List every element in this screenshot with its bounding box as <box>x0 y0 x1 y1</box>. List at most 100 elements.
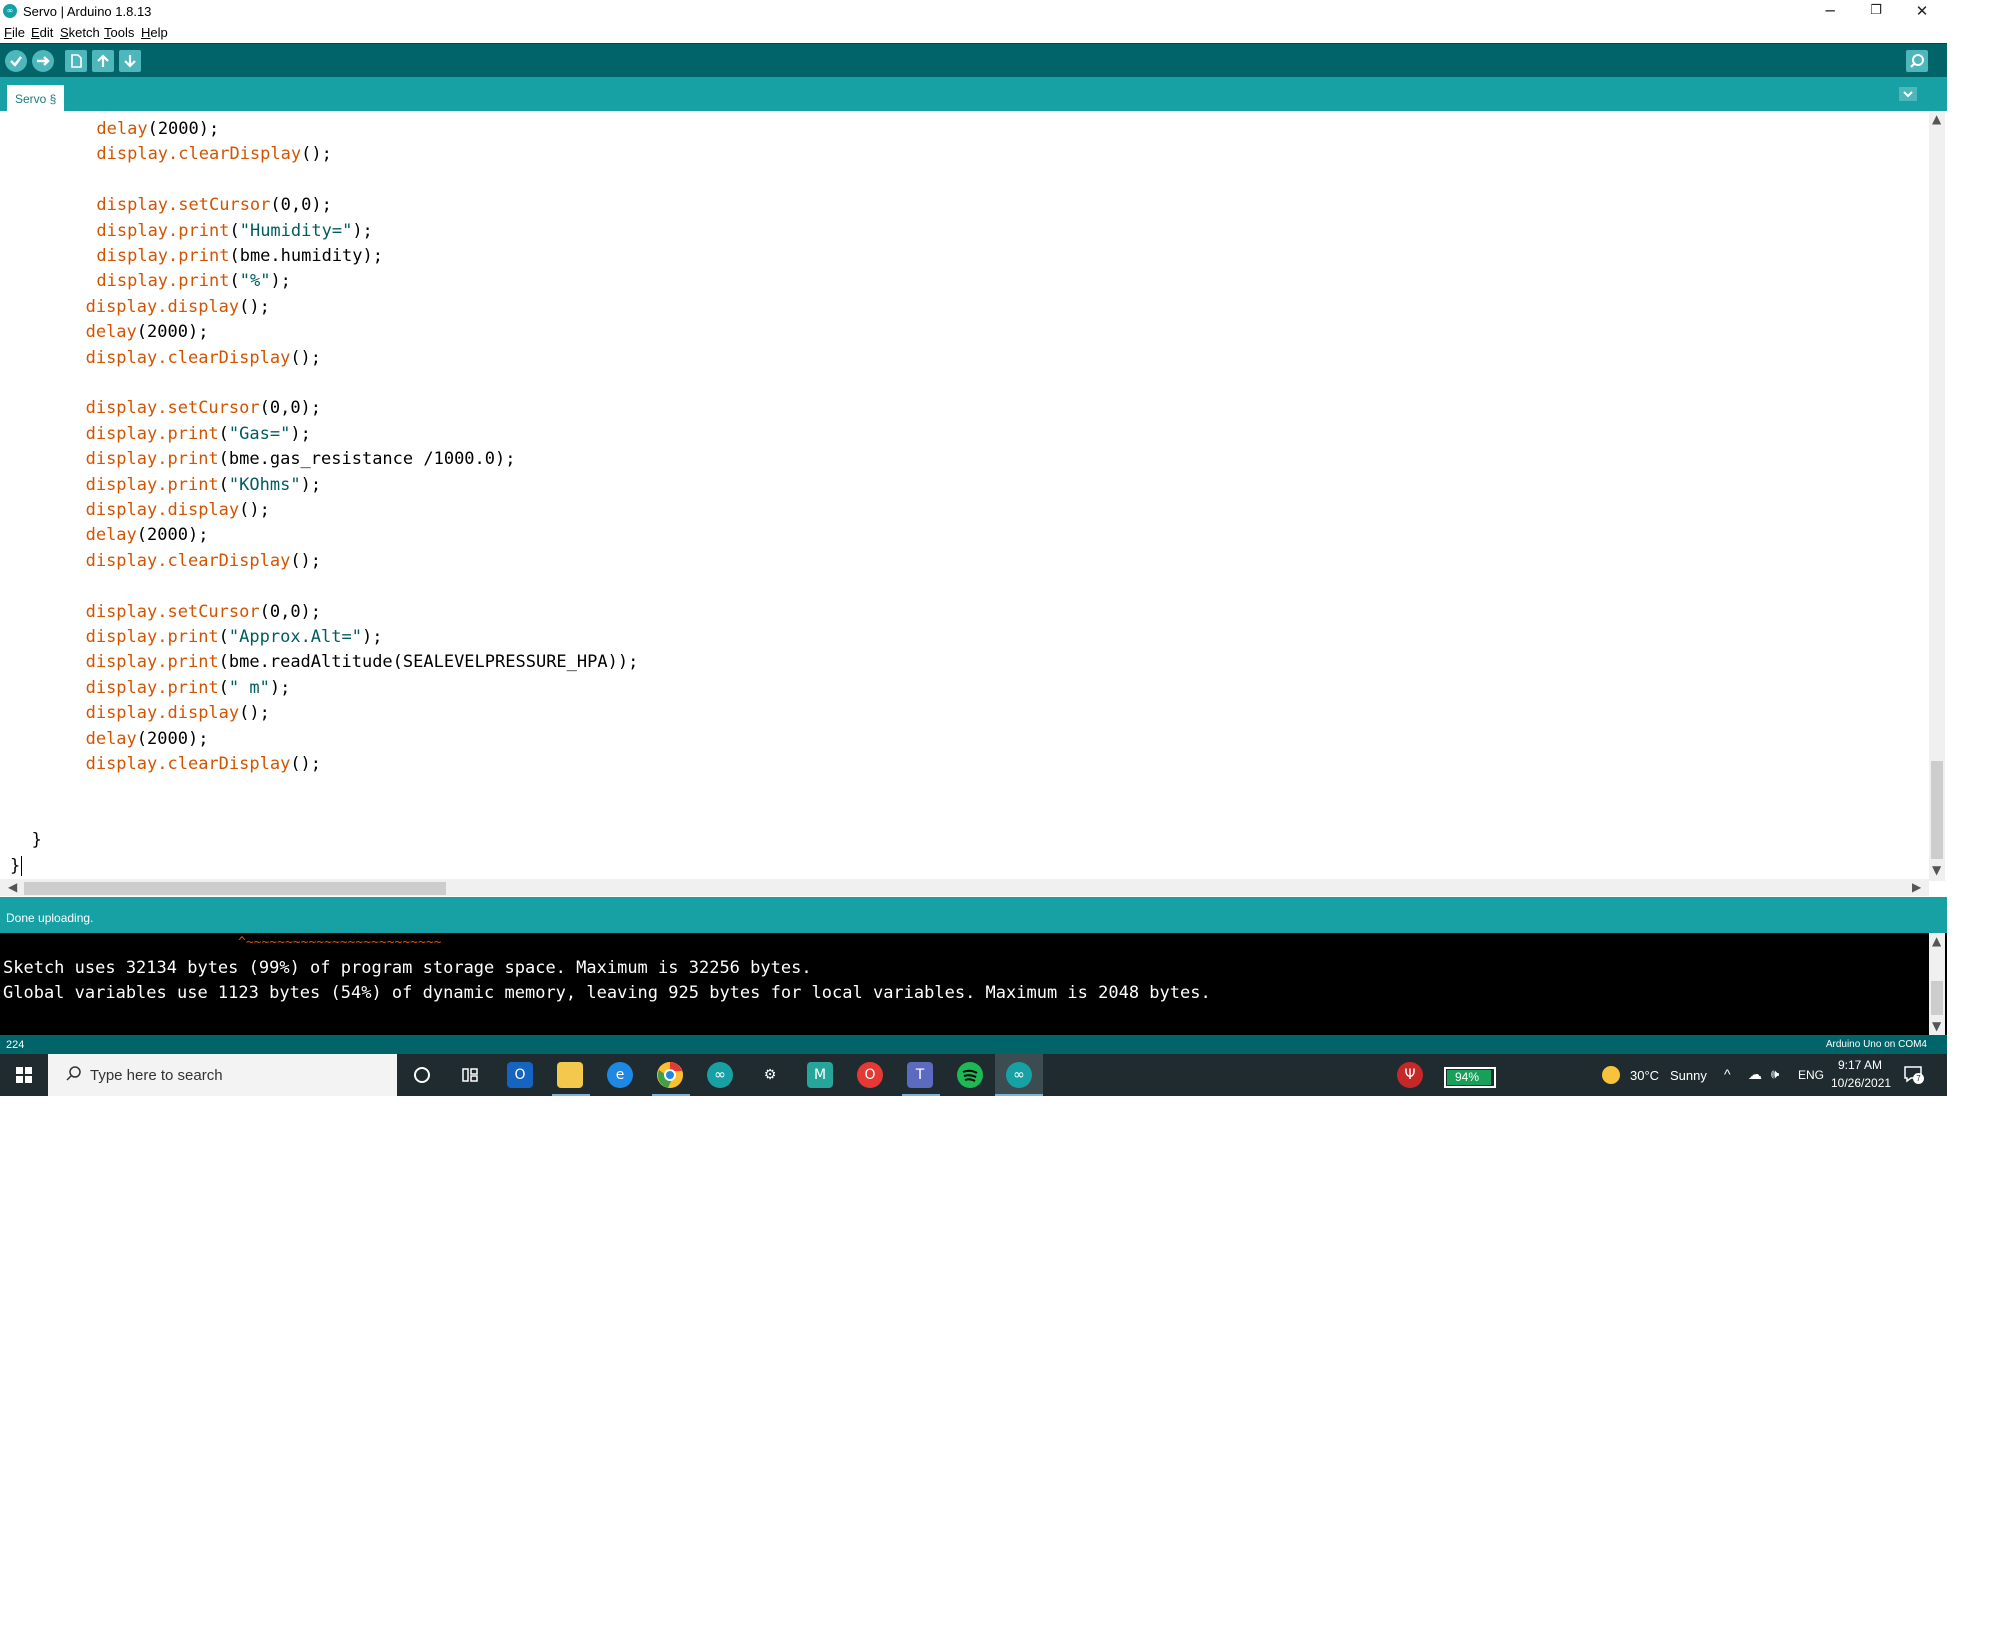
console-scroll-thumb[interactable] <box>1931 981 1943 1015</box>
app-m-icon[interactable]: M <box>807 1062 833 1088</box>
code-line[interactable]: } <box>10 854 23 879</box>
weather-description[interactable]: Sunny <box>1670 1068 1707 1083</box>
menu-tools[interactable]: Tools <box>104 25 134 40</box>
cortana-icon[interactable] <box>409 1062 435 1088</box>
verify-button[interactable] <box>5 50 27 72</box>
code-line[interactable]: delay(2000); <box>86 320 209 345</box>
bottom-status-bar: 224 Arduino Uno on COM4 <box>0 1035 1947 1054</box>
code-editor[interactable]: delay(2000); display.clearDisplay(); displ… <box>0 111 1947 897</box>
restore-button[interactable]: ❐ <box>1853 0 1899 22</box>
code-function-token: clearDisplay <box>167 347 291 368</box>
editor-horizontal-scroll-thumb[interactable] <box>24 882 446 895</box>
minimize-button[interactable]: ─ <box>1807 0 1853 22</box>
code-function-token: display. <box>85 601 168 622</box>
code-line[interactable]: display.print("%"); <box>96 269 291 294</box>
code-function-token: display. <box>85 677 168 698</box>
tab-menu-button[interactable] <box>1899 87 1917 101</box>
code-line[interactable]: display.setCursor(0,0); <box>96 193 331 218</box>
editor-horizontal-scrollbar[interactable]: ◀ ▶ <box>0 879 1929 896</box>
teams-icon[interactable]: T <box>907 1062 933 1088</box>
code-line[interactable]: display.setCursor(0,0); <box>86 396 321 421</box>
code-line[interactable]: display.print("KOhms"); <box>86 473 321 498</box>
save-button[interactable] <box>119 50 141 72</box>
code-line[interactable]: delay(2000); <box>96 117 219 142</box>
edge-icon[interactable]: e <box>607 1062 633 1088</box>
code-token: ); <box>290 423 311 444</box>
console-scroll-down-icon[interactable]: ▼ <box>1932 1019 1941 1033</box>
tab-servo[interactable]: Servo § <box>7 85 65 111</box>
battery-icon[interactable]: 94% <box>1444 1067 1496 1088</box>
arrow-right-icon <box>37 56 50 66</box>
start-button[interactable] <box>0 1054 48 1096</box>
code-line[interactable]: display.print("Approx.Alt="); <box>86 625 383 650</box>
taskbar-search-box[interactable]: Type here to search <box>48 1054 397 1096</box>
scroll-down-icon[interactable]: ▼ <box>1932 863 1941 877</box>
code-token: (); <box>239 296 270 317</box>
menu-file[interactable]: File <box>4 25 25 40</box>
opera-icon[interactable]: O <box>857 1062 883 1088</box>
open-button[interactable] <box>92 50 114 72</box>
arduino-active-tile[interactable]: ∞ <box>995 1054 1043 1096</box>
clock-time[interactable]: 9:17 AM <box>1838 1058 1882 1072</box>
menu-help[interactable]: Help <box>141 25 168 40</box>
code-line[interactable]: display.clearDisplay(); <box>86 752 321 777</box>
language-indicator[interactable]: ENG <box>1798 1068 1824 1082</box>
arduino-app-icon[interactable]: ∞ <box>707 1062 733 1088</box>
task-view-icon[interactable] <box>457 1062 483 1088</box>
chevron-down-icon <box>1903 91 1913 98</box>
code-line[interactable]: display.clearDisplay(); <box>96 142 331 167</box>
code-function-token: delay <box>85 728 137 749</box>
scroll-right-icon[interactable]: ▶ <box>1912 880 1921 894</box>
code-token: } <box>31 830 42 851</box>
code-token: (bme.humidity); <box>229 246 383 266</box>
code-line[interactable]: display.print(bme.humidity); <box>96 244 383 269</box>
code-line[interactable]: display.clearDisplay(); <box>86 346 321 371</box>
code-line[interactable]: display.print(" m"); <box>86 676 291 701</box>
code-line[interactable]: display.print("Gas="); <box>86 422 311 447</box>
upload-button[interactable] <box>32 50 54 72</box>
code-line[interactable]: display.print("Humidity="); <box>96 219 372 244</box>
code-line[interactable]: display.display(); <box>86 701 270 726</box>
teams-active-indicator <box>902 1094 940 1096</box>
menu-edit[interactable]: Edit <box>31 25 53 40</box>
status-message: Done uploading. <box>6 911 94 925</box>
code-line[interactable]: display.print(bme.gas_resistance /1000.0… <box>86 447 516 472</box>
serial-monitor-button[interactable] <box>1906 50 1928 72</box>
new-button[interactable] <box>65 50 87 72</box>
chrome-icon[interactable] <box>657 1062 683 1088</box>
scroll-left-icon[interactable]: ◀ <box>8 880 17 894</box>
code-line[interactable]: display.display(); <box>86 498 270 523</box>
speaker-icon[interactable]: 🕪 <box>1771 1066 1779 1082</box>
code-function-token: display. <box>85 398 168 419</box>
menu-sketch[interactable]: Sketch <box>60 25 100 40</box>
spotify-icon[interactable] <box>957 1062 983 1088</box>
code-token: (); <box>301 144 332 165</box>
settings-gear-icon[interactable]: ⚙ <box>757 1062 783 1088</box>
code-function-token: display. <box>96 271 179 292</box>
console-scrollbar[interactable]: ▲ ▼ <box>1929 933 1945 1035</box>
code-line[interactable]: display.print(bme.readAltitude(SEALEVELP… <box>86 650 639 675</box>
outlook-icon[interactable]: O <box>507 1062 533 1088</box>
code-line[interactable]: display.clearDisplay(); <box>86 549 321 574</box>
cloud-icon[interactable]: ☁ <box>1748 1066 1762 1083</box>
code-token: (); <box>290 754 322 774</box>
clock-date[interactable]: 10/26/2021 <box>1831 1076 1891 1090</box>
code-function-token: display <box>167 500 240 520</box>
close-button[interactable]: ✕ <box>1899 0 1945 22</box>
red-tray-app-icon[interactable]: Ψ <box>1397 1062 1423 1088</box>
scroll-up-icon[interactable]: ▲ <box>1932 112 1941 126</box>
notification-count: 7 <box>1913 1073 1924 1084</box>
weather-temperature[interactable]: 30°C <box>1630 1068 1659 1083</box>
code-line[interactable]: delay(2000); <box>86 727 209 752</box>
editor-vertical-scrollbar[interactable]: ▲ ▼ <box>1929 111 1945 881</box>
file-explorer-icon[interactable] <box>557 1062 583 1088</box>
notification-center-icon[interactable]: 7 <box>1903 1065 1924 1084</box>
code-line[interactable]: display.setCursor(0,0); <box>86 600 321 625</box>
console-scroll-up-icon[interactable]: ▲ <box>1932 934 1941 948</box>
code-line[interactable]: display.display(); <box>86 295 270 320</box>
code-area[interactable]: delay(2000); display.clearDisplay(); displ… <box>10 111 1920 881</box>
editor-vertical-scroll-thumb[interactable] <box>1931 761 1943 859</box>
code-line[interactable]: delay(2000); <box>86 523 209 548</box>
code-line[interactable]: } <box>32 828 42 853</box>
chevron-up-icon[interactable]: ^ <box>1724 1066 1731 1082</box>
